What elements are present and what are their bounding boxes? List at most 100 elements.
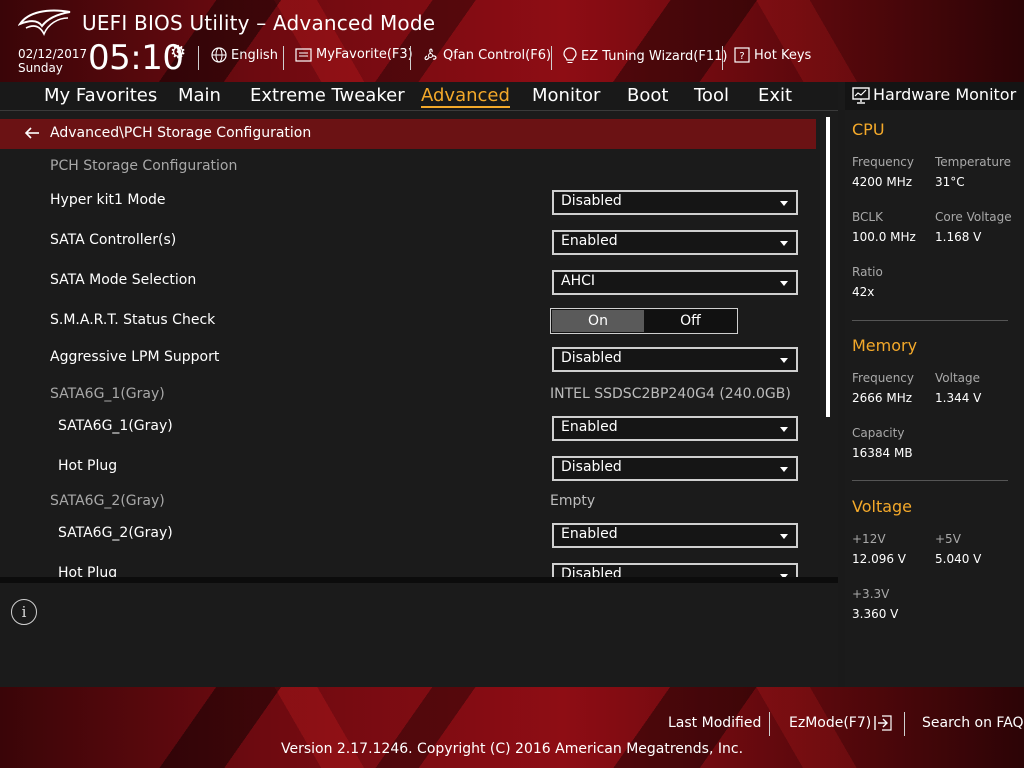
sata2-hotplug-label: Hot Plug: [58, 565, 118, 577]
ezmode-label: EzMode(F7): [789, 715, 872, 731]
sata2-port-label: SATA6G_2(Gray): [58, 525, 173, 541]
fan-icon: [424, 48, 437, 61]
tab-advanced[interactable]: Advanced: [421, 85, 510, 108]
sata1-header-label: SATA6G_1(Gray): [50, 386, 165, 402]
back-arrow-icon[interactable]: [24, 125, 40, 145]
hardware-monitor-header: Hardware Monitor: [845, 82, 1024, 110]
v5-label: +5V: [935, 532, 961, 546]
exit-arrow-icon: [874, 715, 892, 731]
last-modified-button[interactable]: Last Modified: [668, 715, 761, 731]
sata2-device-name: Empty: [550, 493, 596, 509]
tab-boot[interactable]: Boot: [627, 85, 668, 106]
divider: [198, 46, 199, 70]
hyper-kit-label: Hyper kit1 Mode: [50, 192, 166, 208]
memory-frequency-label: Frequency: [852, 371, 914, 385]
sata1-hotplug-dropdown[interactable]: Disabled: [552, 456, 798, 481]
cpu-frequency-value: 4200 MHz: [852, 175, 913, 189]
divider: [410, 46, 411, 70]
sata-mode-label: SATA Mode Selection: [50, 272, 197, 288]
section-title: PCH Storage Configuration: [50, 158, 238, 174]
memory-capacity-value: 16384 MB: [852, 446, 913, 460]
sata1-port-dropdown[interactable]: Enabled: [552, 416, 798, 441]
day-text: Sunday: [18, 61, 63, 75]
toggle-off-option[interactable]: Off: [645, 310, 736, 332]
tab-main[interactable]: Main: [178, 85, 221, 106]
search-faq-button[interactable]: Search on FAQ: [922, 715, 1024, 731]
divider: [283, 46, 284, 70]
sata-controller-dropdown[interactable]: Enabled: [552, 230, 798, 255]
sata2-header-label: SATA6G_2(Gray): [50, 493, 165, 509]
core-voltage-label: Core Voltage: [935, 210, 1012, 224]
divider: [722, 46, 723, 70]
tab-tool[interactable]: Tool: [694, 85, 729, 106]
ez-tuning-label: EZ Tuning Wizard(F11): [581, 48, 728, 64]
favorite-list-icon: [295, 47, 312, 62]
sata-controller-label: SATA Controller(s): [50, 232, 177, 248]
divider: [852, 320, 1008, 321]
sata1-device-name: INTEL SSDSC2BP240G4 (240.0GB): [550, 386, 791, 402]
qfan-label: Qfan Control(F6): [443, 48, 552, 63]
help-description-panel: i: [0, 583, 838, 687]
ratio-label: Ratio: [852, 265, 883, 279]
monitor-icon: [852, 87, 870, 108]
dropdown-value: Disabled: [561, 193, 622, 209]
v33-value: 3.360 V: [852, 607, 899, 621]
v12-label: +12V: [852, 532, 886, 546]
caret-down-icon: [780, 241, 788, 246]
caret-down-icon: [780, 427, 788, 432]
breadcrumb: Advanced\PCH Storage Configuration: [0, 119, 816, 149]
memory-capacity-label: Capacity: [852, 426, 905, 440]
qfan-control-button[interactable]: Qfan Control(F6): [422, 47, 551, 64]
sata2-port-dropdown[interactable]: Enabled: [552, 523, 798, 548]
sata1-hotplug-label: Hot Plug: [58, 458, 118, 474]
tab-extreme-tweaker[interactable]: Extreme Tweaker: [250, 85, 405, 106]
smart-status-toggle[interactable]: On Off: [550, 308, 738, 334]
v5-value: 5.040 V: [935, 552, 982, 566]
tab-exit[interactable]: Exit: [758, 85, 792, 106]
bclk-label: BCLK: [852, 210, 883, 224]
scrollbar-thumb[interactable]: [826, 117, 830, 417]
lightbulb-icon: [563, 47, 577, 63]
sata1-port-label: SATA6G_1(Gray): [58, 418, 173, 434]
language-button[interactable]: English: [211, 47, 278, 63]
smart-status-label: S.M.A.R.T. Status Check: [50, 312, 216, 328]
tab-monitor[interactable]: Monitor: [532, 85, 600, 106]
hot-keys-button[interactable]: ? Hot Keys: [734, 47, 811, 63]
dropdown-value: AHCI: [561, 273, 596, 289]
aggressive-lpm-dropdown[interactable]: Disabled: [552, 347, 798, 372]
divider: [904, 712, 905, 736]
sata2-hotplug-dropdown[interactable]: Disabled: [552, 563, 798, 577]
ez-tuning-wizard-button[interactable]: EZ Tuning Wizard(F11): [563, 47, 727, 65]
cpu-section-title: CPU: [852, 120, 885, 139]
settings-panel: Advanced\PCH Storage Configuration PCH S…: [0, 111, 838, 577]
sata-mode-dropdown[interactable]: AHCI: [552, 270, 798, 295]
dropdown-value: Enabled: [561, 419, 618, 435]
memory-frequency-value: 2666 MHz: [852, 391, 913, 405]
clock-settings-gear-icon[interactable]: ⚙: [170, 42, 186, 63]
breadcrumb-path: Advanced\PCH Storage Configuration: [50, 125, 312, 141]
memory-voltage-label: Voltage: [935, 371, 981, 385]
caret-down-icon: [780, 534, 788, 539]
divider: [852, 480, 1008, 481]
hardware-monitor-panel: Hardware Monitor CPU Frequency Temperatu…: [845, 82, 1024, 687]
dropdown-value: Disabled: [561, 350, 622, 366]
dropdown-value: Enabled: [561, 233, 618, 249]
caret-down-icon: [780, 467, 788, 472]
cpu-temperature-value: 31°C: [935, 175, 965, 189]
divider: [769, 712, 770, 736]
v33-label: +3.3V: [852, 587, 890, 601]
dropdown-value: Disabled: [561, 566, 622, 577]
myfavorite-button[interactable]: MyFavorite(F3): [295, 47, 413, 62]
main-menu-tabs: My Favorites Main Extreme Tweaker Advanc…: [0, 82, 838, 110]
hyper-kit-dropdown[interactable]: Disabled: [552, 190, 798, 215]
cpu-frequency-label: Frequency: [852, 155, 914, 169]
myfavorite-label: MyFavorite(F3): [316, 47, 413, 62]
aggressive-lpm-label: Aggressive LPM Support: [50, 349, 220, 365]
app-title: UEFI BIOS Utility – Advanced Mode: [82, 11, 436, 35]
header-bar: UEFI BIOS Utility – Advanced Mode 02/12/…: [0, 0, 1024, 82]
caret-down-icon: [780, 201, 788, 206]
tab-my-favorites[interactable]: My Favorites: [44, 85, 157, 106]
memory-section-title: Memory: [852, 336, 918, 355]
toggle-on-option[interactable]: On: [552, 310, 644, 332]
ezmode-button[interactable]: EzMode(F7): [789, 715, 892, 731]
